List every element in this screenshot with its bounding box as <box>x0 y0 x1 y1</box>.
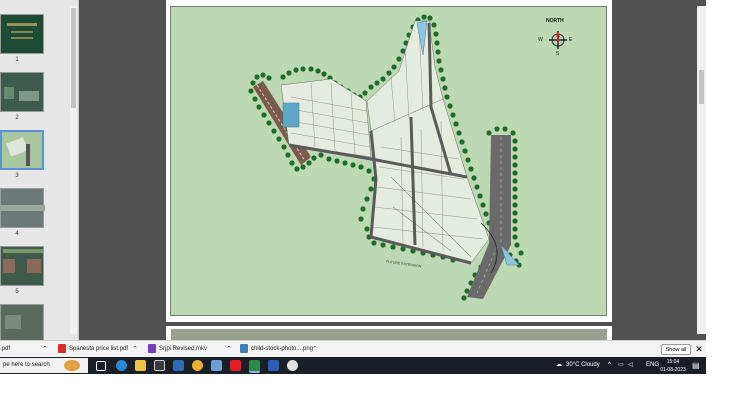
image-file-icon <box>240 343 248 353</box>
show-all-button[interactable]: Show all <box>661 344 691 355</box>
thumbnail-6[interactable] <box>0 304 44 340</box>
layout-plan-map: NORTH E W S FUTURE EXTENSION <box>170 6 607 316</box>
chevron-up-icon[interactable]: ⌃ <box>132 341 138 358</box>
chevron-up-icon[interactable]: ⌃ <box>312 341 318 358</box>
compass-south-label: S <box>556 51 560 57</box>
speaker-icon[interactable]: ◁ <box>628 357 633 374</box>
blank-area <box>0 374 745 419</box>
thumbnail-4-number: 4 <box>15 231 19 237</box>
thumbnail-1-number: 1 <box>15 57 19 63</box>
plot-blocks <box>280 20 490 264</box>
file-explorer-icon[interactable] <box>135 360 146 371</box>
edge-icon[interactable] <box>116 360 127 371</box>
download-item-3-name: Srjpi Revised.mkv <box>159 346 208 352</box>
download-item-3[interactable]: Srjpi Revised.mkv ⌃ <box>148 341 234 358</box>
active-app-icon[interactable] <box>249 360 260 373</box>
main-scroll-thumb[interactable] <box>699 70 704 104</box>
downloads-bar: .pdf ⌃ Spanesta price list.pdf ⌃ Srjpi R… <box>0 340 706 358</box>
weather-icon[interactable]: ☁ <box>556 357 562 374</box>
clock[interactable]: 15:04 01-08-2023 <box>656 357 690 374</box>
download-item-4[interactable]: child-stock-photo....png ⌃ <box>240 341 326 358</box>
close-icon[interactable]: ✕ <box>694 341 704 358</box>
store-icon[interactable] <box>154 360 165 371</box>
thumbnail-panel: 1 2 3 4 5 <box>0 0 79 340</box>
thumbnail-2[interactable] <box>0 72 44 112</box>
tray-chevron-icon[interactable]: ^ <box>608 357 611 374</box>
download-item-2[interactable]: Spanesta price list.pdf ⌃ <box>58 341 140 358</box>
document-viewer: NORTH E W S FUTURE EXTENSION <box>79 0 706 340</box>
chevron-up-icon[interactable]: ⌃ <box>42 341 48 358</box>
download-item-1-name: .pdf <box>0 346 11 352</box>
north-compass <box>549 31 567 49</box>
right-margin <box>706 0 745 419</box>
thumbnail-scroll-thumb[interactable] <box>71 8 76 108</box>
pond <box>282 102 300 128</box>
video-file-icon <box>148 343 156 353</box>
notification-icon[interactable]: ▤ <box>692 357 700 374</box>
mail-icon[interactable] <box>173 360 184 371</box>
thumbnail-4[interactable] <box>0 188 45 228</box>
search-highlight-icon <box>64 360 80 371</box>
clock-date: 01-08-2023 <box>660 367 686 373</box>
page-4-top <box>166 326 612 340</box>
main-scrollbar[interactable] <box>697 6 706 334</box>
thumbnail-5-number: 5 <box>15 289 19 295</box>
task-view-icon[interactable] <box>96 361 106 371</box>
outlook-icon[interactable] <box>268 360 279 371</box>
download-item-2-name: Spanesta price list.pdf <box>69 346 129 352</box>
thumbnail-2-number: 2 <box>15 115 19 121</box>
thumbnail-3-number: 3 <box>15 173 19 179</box>
thumbnail-5[interactable] <box>0 246 44 286</box>
clock-time: 15:04 <box>666 359 680 365</box>
chrome-icon[interactable] <box>192 360 203 371</box>
thumbnail-1[interactable] <box>0 14 44 54</box>
page-4-image <box>171 329 607 340</box>
network-icon[interactable]: ▭ <box>618 357 624 374</box>
pdf-file-icon <box>58 343 66 353</box>
compass-north-label: NORTH <box>546 18 564 24</box>
app2-icon[interactable] <box>287 360 298 371</box>
app-icon[interactable] <box>211 360 222 371</box>
compass-east-label: E <box>569 37 573 43</box>
compass-west-label: W <box>538 37 543 43</box>
weather-status[interactable]: 30°C Cloudy <box>566 357 600 374</box>
thumbnail-3-selected[interactable] <box>0 130 44 170</box>
youtube-icon[interactable] <box>230 360 241 371</box>
page-3: NORTH E W S FUTURE EXTENSION <box>166 0 612 322</box>
download-item-1[interactable]: .pdf ⌃ <box>0 341 52 358</box>
download-item-4-name: child-stock-photo....png <box>251 346 314 352</box>
layout-plan-drawing <box>248 14 567 301</box>
chevron-up-icon[interactable]: ⌃ <box>226 341 232 358</box>
thumbnail-scrollbar[interactable] <box>70 6 77 334</box>
